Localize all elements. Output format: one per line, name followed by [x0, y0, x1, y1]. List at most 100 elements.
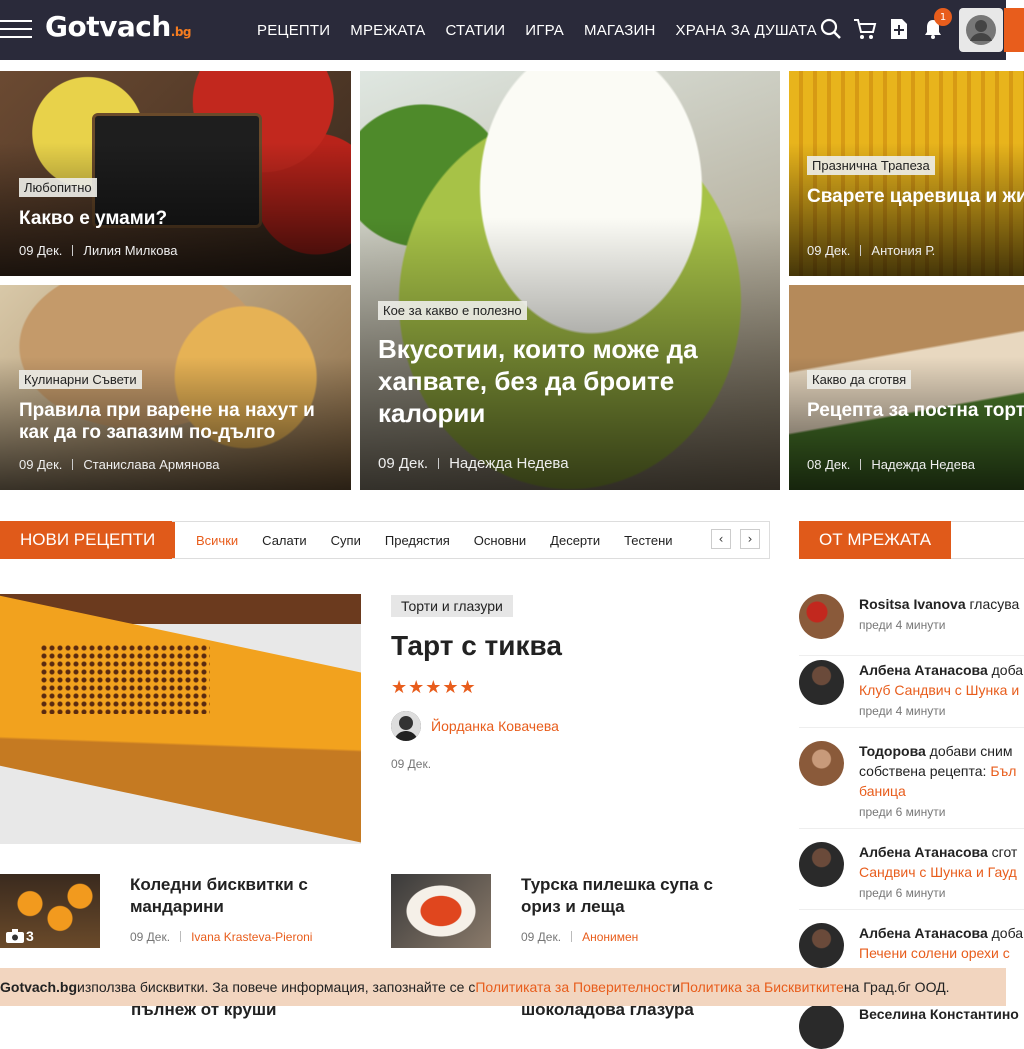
- search-icon[interactable]: [818, 16, 844, 42]
- feed-item[interactable]: Rositsa Ivanova гласува преди 4 минути: [799, 594, 1024, 656]
- tile-title[interactable]: Вкусотии, които може да хапвате, без да …: [378, 333, 758, 429]
- site-logo[interactable]: Gotvach.bg: [45, 10, 192, 43]
- feed-avatar[interactable]: [799, 842, 844, 887]
- tab-starters[interactable]: Предястия: [385, 533, 450, 548]
- new-recipes-heading: НОВИ РЕЦЕПТИ: [0, 521, 176, 559]
- tile-meta: 09 Дек. Антония Р.: [807, 243, 935, 258]
- feature-tile-large[interactable]: Кое за какво е полезно Вкусотии, които м…: [360, 71, 780, 490]
- tile-date: 08 Дек.: [807, 457, 851, 472]
- feed-item[interactable]: Веселина Константино: [799, 1004, 1024, 1049]
- feed-item[interactable]: Албена Атанасова доба Клуб Сандвич с Шунк…: [799, 660, 1024, 728]
- tab-desserts[interactable]: Десерти: [550, 533, 600, 548]
- recipe-thumbnail[interactable]: [391, 874, 491, 948]
- feed-link[interactable]: Клуб Сандвич с Шунка и: [859, 682, 1019, 698]
- tab-salads[interactable]: Салати: [262, 533, 307, 548]
- tile-author[interactable]: Антония Р.: [871, 243, 935, 258]
- network-heading: ОТ МРЕЖАТА: [799, 521, 952, 559]
- nav-network[interactable]: МРЕЖАТА: [350, 22, 425, 39]
- tile-category[interactable]: Любопитно: [19, 178, 97, 197]
- feature-tile[interactable]: Какво да сготвя Рецепта за постна торт щ…: [789, 285, 1024, 490]
- tile-category[interactable]: Какво да сготвя: [807, 370, 912, 389]
- tile-category[interactable]: Кое за какво е полезно: [378, 301, 527, 320]
- feed-item[interactable]: Тодорова добави сним собствена рецепта: Б…: [799, 741, 1024, 829]
- tile-category[interactable]: Кулинарни Съвети: [19, 370, 142, 389]
- feed-user[interactable]: Rositsa Ivanova: [859, 596, 966, 612]
- add-document-icon[interactable]: [886, 16, 912, 42]
- tile-date: 09 Дек.: [807, 243, 851, 258]
- tile-date: 09 Дек.: [378, 455, 429, 472]
- notification-badge: 1: [934, 8, 952, 26]
- tile-category[interactable]: Празнична Трапеза: [807, 156, 935, 175]
- nav-soul-food[interactable]: ХРАНА ЗА ДУШАТА: [676, 22, 817, 39]
- nav-shop[interactable]: МАГАЗИН: [584, 22, 656, 39]
- tab-mains[interactable]: Основни: [474, 533, 526, 548]
- privacy-policy-link[interactable]: Политиката за Поверителност: [475, 979, 672, 995]
- tile-title[interactable]: Правила при варене на нахут и как да го …: [19, 400, 339, 444]
- feed-avatar[interactable]: [799, 594, 844, 639]
- cookie-policy-link[interactable]: Политика за Бисквитките: [680, 979, 844, 995]
- tile-title[interactable]: Рецепта за постна торт ще впечатлите вси…: [807, 400, 1024, 422]
- recipe-category-pill[interactable]: Торти и глазури: [391, 595, 513, 617]
- recipe-meta: 09 Дек. Анонимен: [521, 930, 639, 944]
- tile-meta: 09 Дек. Станислава Армянова: [19, 457, 219, 472]
- header-accent: [1004, 8, 1024, 52]
- recipe-title[interactable]: Турска пилешка супа с ориз и леща: [521, 874, 741, 918]
- feed-avatar[interactable]: [799, 923, 844, 968]
- feed-user[interactable]: Албена Атанасова: [859, 844, 988, 860]
- tile-author[interactable]: Станислава Армянова: [83, 457, 219, 472]
- nav-articles[interactable]: СТАТИИ: [446, 22, 506, 39]
- feed-avatar[interactable]: [799, 741, 844, 786]
- user-avatar-icon[interactable]: [959, 8, 1003, 52]
- tile-date: 09 Дек.: [19, 243, 63, 258]
- tile-author[interactable]: Надежда Недева: [871, 457, 975, 472]
- rating-stars: ★★★★★: [391, 677, 477, 698]
- bell-icon[interactable]: 1: [920, 8, 952, 42]
- nav-recipes[interactable]: РЕЦЕПТИ: [257, 22, 330, 39]
- recipe-date: 09 Дек.: [391, 757, 432, 771]
- site-header: Gotvach.bg РЕЦЕПТИ МРЕЖАТА СТАТИИ ИГРА М…: [0, 0, 1006, 60]
- recipe-card[interactable]: 3 Коледни бисквитки с мандарини 09 Дек. I…: [0, 874, 360, 954]
- feature-tile[interactable]: Кулинарни Съвети Правила при варене на н…: [0, 285, 351, 490]
- tile-author[interactable]: Надежда Недева: [449, 455, 568, 472]
- recipe-meta: 09 Дек. Ivana Krasteva-Pieroni: [130, 930, 313, 944]
- feed-user[interactable]: Тодорова: [859, 743, 926, 759]
- tile-title[interactable]: Какво е умами?: [19, 208, 339, 230]
- feed-user[interactable]: Албена Атанасова: [859, 925, 988, 941]
- feature-tile[interactable]: Празнична Трапеза Сварете царевица и жи …: [789, 71, 1024, 276]
- feature-tile[interactable]: Любопитно Какво е умами? 09 Дек. Лилия Ми…: [0, 71, 351, 276]
- feed-time: преди 4 минути: [859, 618, 946, 632]
- recipe-category-tabs: Всички Салати Супи Предястия Основни Дес…: [172, 521, 770, 559]
- tile-author[interactable]: Лилия Милкова: [83, 243, 177, 258]
- tile-meta: 08 Дек. Надежда Недева: [807, 457, 975, 472]
- recipe-author[interactable]: Йорданка Ковачева: [391, 711, 559, 741]
- recipe-title[interactable]: Коледни бисквитки с мандарини: [130, 874, 350, 918]
- author-name[interactable]: Йорданка Ковачева: [431, 718, 559, 734]
- featured-recipe-title[interactable]: Тарт с тиква: [391, 630, 562, 662]
- cart-icon[interactable]: [852, 16, 878, 42]
- tab-all[interactable]: Всички: [196, 533, 238, 548]
- tile-title[interactable]: Сварете царевица и жи здраве на Света Ан…: [807, 186, 1024, 208]
- main-nav: РЕЦЕПТИ МРЕЖАТА СТАТИИ ИГРА МАГАЗИН ХРАН…: [257, 0, 837, 60]
- author-avatar: [391, 711, 421, 741]
- photo-count: 3: [6, 928, 34, 944]
- recipe-card[interactable]: Турска пилешка супа с ориз и леща 09 Дек…: [391, 874, 771, 954]
- menu-icon[interactable]: [0, 20, 32, 40]
- tab-soups[interactable]: Супи: [331, 533, 361, 548]
- tile-meta: 09 Дек. Лилия Милкова: [19, 243, 177, 258]
- tabs-next-button[interactable]: ›: [740, 529, 760, 549]
- feed-user[interactable]: Албена Атанасова: [859, 662, 988, 678]
- feed-item[interactable]: Албена Атанасова сгот Сандвич с Шунка и Г…: [799, 842, 1024, 910]
- nav-game[interactable]: ИГРА: [525, 22, 564, 39]
- new-recipes-header: НОВИ РЕЦЕПТИ: [0, 521, 176, 559]
- feed-avatar[interactable]: [799, 660, 844, 705]
- tile-date: 09 Дек.: [19, 457, 63, 472]
- cookie-site: Gotvach.bg: [0, 979, 78, 995]
- camera-icon: [6, 929, 24, 943]
- tabs-prev-button[interactable]: ‹: [711, 529, 731, 549]
- tile-meta: 09 Дек. Надежда Недева: [378, 455, 569, 472]
- feed-user[interactable]: Веселина Константино: [859, 1006, 1019, 1022]
- feed-avatar[interactable]: [799, 1004, 844, 1049]
- tab-pastry[interactable]: Тестени: [624, 533, 672, 548]
- featured-recipe-image[interactable]: [0, 594, 361, 844]
- cookie-notice: Gotvach.bg използва бисквитки. За повече…: [0, 968, 1006, 1006]
